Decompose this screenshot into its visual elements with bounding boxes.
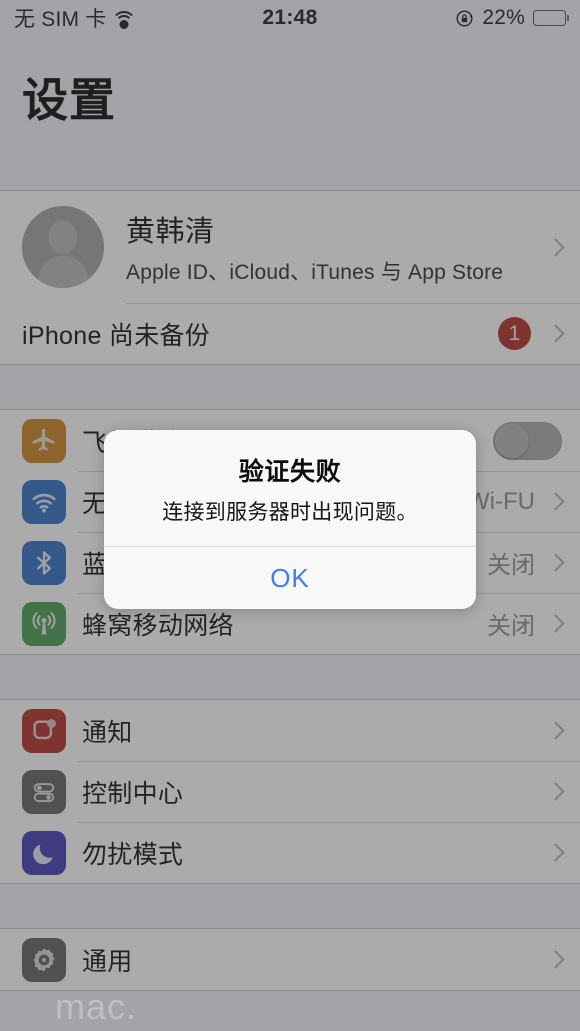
alert-message: 连接到服务器时出现问题。 <box>162 501 418 524</box>
system-alerts-group: 通知 控制中心 勿扰模式 <box>0 699 580 884</box>
status-badge: 1 <box>498 317 531 350</box>
account-group: 黄韩清 Apple ID、iCloud、iTunes 与 App Store i… <box>0 190 580 365</box>
backup-row[interactable]: iPhone 尚未备份 1 <box>0 303 580 364</box>
row-label: 通知 <box>82 718 133 747</box>
gear-icon <box>22 937 66 982</box>
bluetooth-icon <box>22 540 66 585</box>
bluetooth-value: 关闭 <box>487 552 535 579</box>
carrier-label: 无 SIM 卡 <box>14 8 107 31</box>
account-text: 黄韩清 Apple ID、iCloud、iTunes 与 App Store <box>126 208 547 286</box>
chevron-right-icon <box>546 843 565 862</box>
alert-title: 验证失败 <box>238 458 342 486</box>
row-label: 勿扰模式 <box>82 840 184 869</box>
sidebar-item-notifications[interactable]: 通知 <box>0 700 580 761</box>
chevron-right-icon <box>546 324 565 343</box>
status-bar-left: 无 SIM 卡 <box>14 3 137 33</box>
airplane-mode-toggle[interactable] <box>493 421 562 460</box>
rotation-lock-icon <box>456 10 473 26</box>
avatar <box>22 206 104 288</box>
cellular-value: 关闭 <box>487 613 535 640</box>
row-label: 通用 <box>82 947 133 976</box>
status-bar-right: 22% <box>455 6 566 30</box>
battery-percent-label: 22% <box>482 6 525 29</box>
account-name: 黄韩清 <box>126 216 215 248</box>
alert-ok-button[interactable]: OK <box>104 547 476 609</box>
title-section-gap <box>0 146 580 190</box>
airplane-icon <box>22 418 66 463</box>
chevron-right-icon <box>546 237 565 257</box>
chevron-right-icon <box>546 782 565 801</box>
group-gap-3 <box>0 884 580 928</box>
account-subtitle: Apple ID、iCloud、iTunes 与 App Store <box>126 261 504 284</box>
cellular-icon <box>22 601 66 646</box>
notifications-icon <box>22 708 66 753</box>
row-label: 控制中心 <box>82 779 184 808</box>
alert-body: 验证失败 连接到服务器时出现问题。 <box>104 430 476 546</box>
sidebar-item-general[interactable]: 通用 <box>0 929 580 990</box>
chevron-right-icon <box>546 553 565 572</box>
chevron-right-icon <box>546 721 565 740</box>
wifi-value: Wi-FU <box>467 487 535 515</box>
chevron-right-icon <box>546 492 565 511</box>
page-title: 设置 <box>22 74 116 126</box>
group-gap-2 <box>0 655 580 699</box>
group-gap-1 <box>0 365 580 409</box>
wifi-icon <box>22 479 66 524</box>
status-bar: 无 SIM 卡 21:48 22% <box>0 0 580 36</box>
apple-id-row[interactable]: 黄韩清 Apple ID、iCloud、iTunes 与 App Store <box>0 191 580 303</box>
alert-dialog: 验证失败 连接到服务器时出现问题。 OK <box>104 430 476 609</box>
battery-icon <box>533 10 566 26</box>
general-group: 通用 <box>0 928 580 991</box>
chevron-right-icon <box>546 614 565 633</box>
person-avatar-icon <box>22 206 104 288</box>
backup-label: iPhone 尚未备份 <box>22 321 211 350</box>
wifi-icon <box>111 10 137 29</box>
sidebar-item-do-not-disturb[interactable]: 勿扰模式 <box>0 822 580 883</box>
chevron-right-icon <box>546 950 565 969</box>
control-center-icon <box>22 769 66 814</box>
iphone-screen: 无 SIM 卡 21:48 22% 设置 黄韩清 Apple ID、iCloud… <box>0 0 580 1031</box>
sidebar-item-control-center[interactable]: 控制中心 <box>0 761 580 822</box>
row-label: 蜂窝移动网络 <box>82 611 234 640</box>
do-not-disturb-icon <box>22 830 66 875</box>
